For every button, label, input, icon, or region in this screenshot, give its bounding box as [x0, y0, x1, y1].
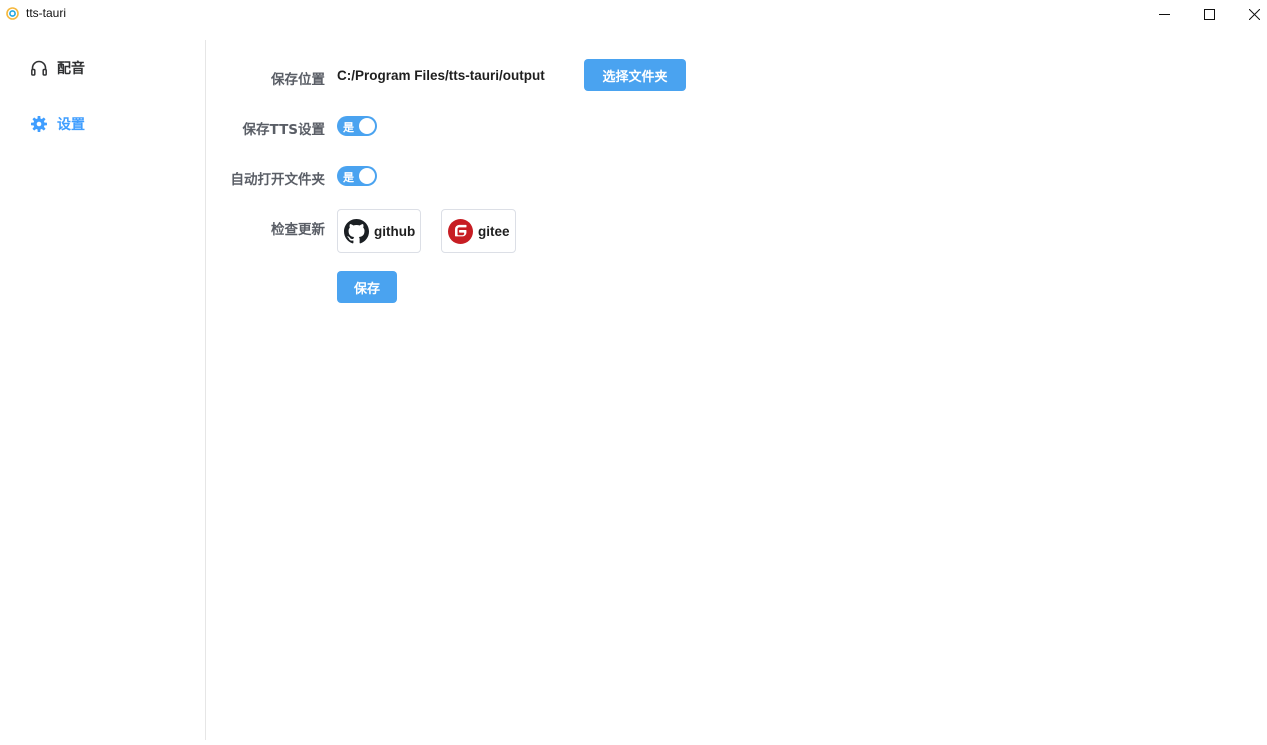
- github-icon: [344, 218, 369, 243]
- gear-icon: [30, 115, 48, 133]
- github-button[interactable]: github: [337, 209, 421, 253]
- close-icon: [1248, 8, 1260, 20]
- save-location-label: 保存位置: [271, 72, 325, 88]
- sidebar: 配音 设置: [0, 40, 206, 740]
- minimize-button[interactable]: [1141, 0, 1187, 28]
- maximize-icon: [1203, 8, 1215, 20]
- maximize-button[interactable]: [1186, 0, 1232, 28]
- save-location-path: C:/Program Files/tts-tauri/output: [337, 68, 545, 83]
- sidebar-item-label: 设置: [57, 117, 85, 133]
- switch-text: 是: [343, 121, 354, 134]
- auto-open-folder-switch[interactable]: 是: [337, 166, 377, 186]
- check-update-label: 检查更新: [271, 222, 325, 238]
- sidebar-item-settings[interactable]: 设置: [30, 113, 85, 135]
- headphones-icon: [30, 59, 48, 77]
- sidebar-item-dubbing[interactable]: 配音: [30, 57, 85, 79]
- save-button[interactable]: 保存: [337, 271, 397, 303]
- close-button[interactable]: [1231, 0, 1267, 28]
- switch-text: 是: [343, 171, 354, 184]
- switch-knob: [359, 118, 375, 134]
- sidebar-item-label: 配音: [57, 61, 85, 77]
- window-title: tts-tauri: [26, 6, 67, 20]
- save-tts-label: 保存TTS设置: [242, 122, 325, 138]
- gitee-label: gitee: [478, 223, 510, 239]
- switch-knob: [359, 168, 375, 184]
- gitee-icon: [448, 218, 473, 244]
- gitee-button[interactable]: gitee: [441, 209, 516, 253]
- github-label: github: [374, 223, 416, 239]
- save-tts-switch[interactable]: 是: [337, 116, 377, 136]
- choose-folder-button[interactable]: 选择文件夹: [584, 59, 686, 91]
- minimize-icon: [1158, 13, 1170, 15]
- auto-open-folder-label: 自动打开文件夹: [230, 172, 326, 188]
- title-bar: tts-tauri: [0, 0, 1267, 28]
- app-logo-icon: [6, 7, 19, 20]
